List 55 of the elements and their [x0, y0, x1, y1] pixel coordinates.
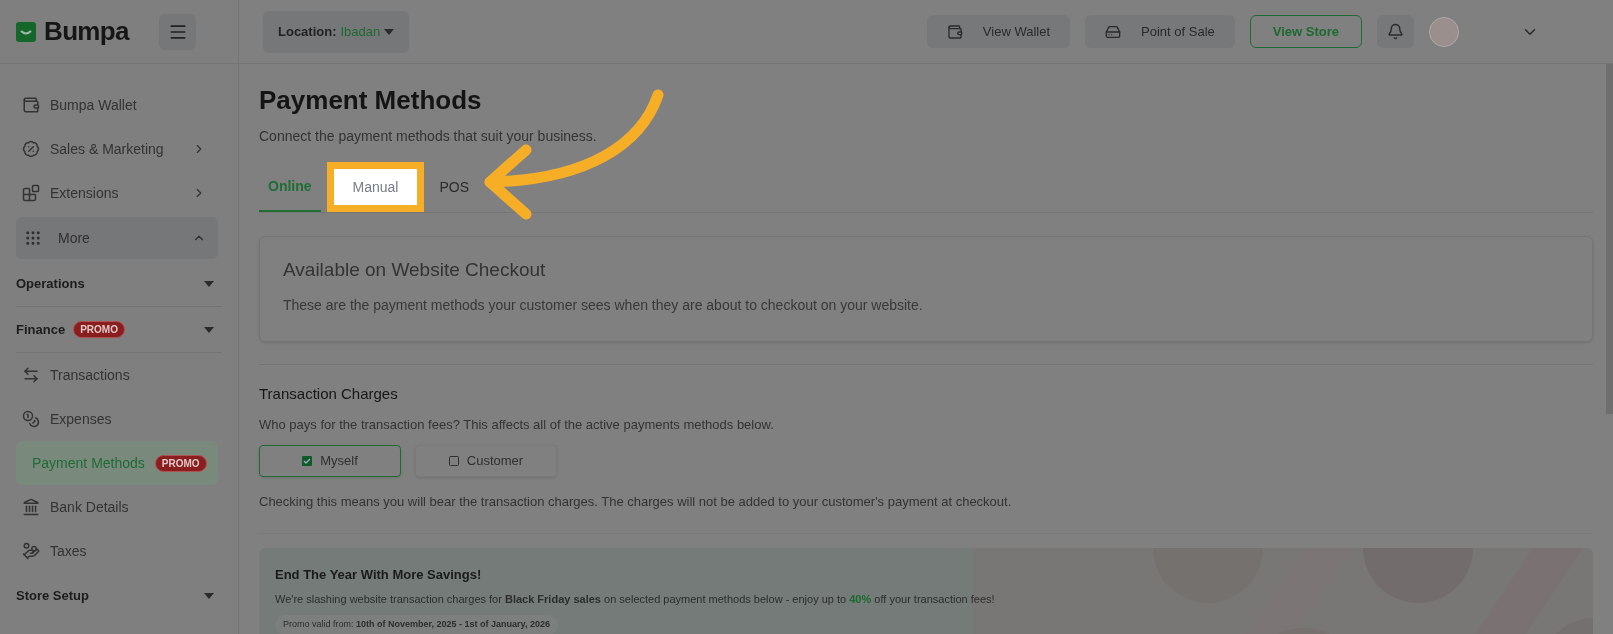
hand-coins-icon	[22, 542, 40, 560]
charge-option[interactable]: Customer	[415, 444, 557, 477]
card-text: These are the payment methods your customer sees when they are about to checkout on your website.	[283, 295, 924, 315]
card-title: Available on Website Checkout	[283, 258, 547, 282]
section-label: Store Setup	[16, 587, 89, 606]
coins-icon	[22, 410, 40, 428]
charge-option[interactable]: Myself	[259, 444, 401, 477]
arrows-icon	[22, 366, 40, 384]
brand-name: Bumpa	[44, 15, 129, 48]
sidebar-item[interactable]: Taxes	[16, 529, 218, 573]
blocks-icon	[22, 184, 40, 202]
sidebar-item[interactable]: Expenses	[16, 397, 218, 441]
section-label: Operations	[16, 274, 85, 293]
tab[interactable]: POS	[430, 162, 479, 212]
menu-button[interactable]	[159, 13, 196, 50]
sidebar-section[interactable]: Store Setup	[16, 573, 222, 619]
sidebar-item[interactable]: Transactions	[16, 353, 218, 397]
page-title: Payment Methods	[259, 84, 483, 117]
location-selector[interactable]: Location: Ibadan	[263, 10, 410, 53]
more-toggle[interactable]: More	[16, 217, 218, 259]
caret-icon	[204, 593, 214, 599]
promo-title: End The Year With More Savings!	[275, 566, 483, 584]
caret-icon	[204, 280, 214, 287]
promo-text: We're slashing website transaction charges for Black Friday sales on selected payment methods below - enjoy up to 40% off your transaction fees!	[275, 591, 996, 607]
sidebar-section[interactable]: Operations	[16, 261, 222, 307]
section-text: Who pays for the transaction fees? This affects all of the active payments methods below.	[259, 416, 775, 434]
section-label: Finance	[16, 320, 66, 339]
percent-badge-icon	[22, 140, 40, 158]
section-note: Checking this means you will bear the transaction charges. The charges will not be added to your customer's payment at checkout.	[259, 492, 1013, 511]
header-button[interactable]: View Wallet	[926, 15, 1071, 48]
notifications-button[interactable]	[1377, 15, 1414, 48]
promo-badge: PROMO	[154, 454, 207, 472]
sidebar-section[interactable]: Finance PROMO	[16, 307, 222, 353]
drive-icon	[1105, 23, 1122, 40]
bell-icon	[1387, 23, 1404, 40]
dots-grid-icon	[24, 229, 42, 247]
caret-icon	[204, 326, 214, 333]
sidebar-item[interactable]: Sales & Marketing	[16, 127, 218, 171]
promo-badge: PROMO	[73, 321, 125, 338]
logo-icon	[16, 21, 36, 42]
wallet-icon	[946, 23, 963, 40]
promo-validity: Promo valid from: 10th of November, 2025 - 1st of January, 2026	[275, 615, 558, 634]
bank-icon	[22, 498, 40, 516]
caret-icon	[384, 28, 395, 35]
tab[interactable]: Manual	[326, 162, 425, 212]
section-title: Transaction Charges	[259, 383, 399, 404]
user-avatar[interactable]	[1429, 16, 1459, 47]
sidebar-item[interactable]: Extensions	[16, 171, 218, 215]
page-subtitle: Connect the payment methods that suit your business.	[259, 127, 597, 146]
sidebar-item[interactable]: Payment Methods PROMO	[16, 441, 218, 485]
header-button[interactable]: Point of Sale	[1085, 15, 1235, 48]
sidebar-item[interactable]: Bumpa Wallet	[16, 83, 218, 127]
sidebar-item[interactable]: Bank Details	[16, 485, 218, 529]
wallet-icon	[22, 96, 40, 114]
view-store-button[interactable]: View Store	[1249, 15, 1362, 48]
